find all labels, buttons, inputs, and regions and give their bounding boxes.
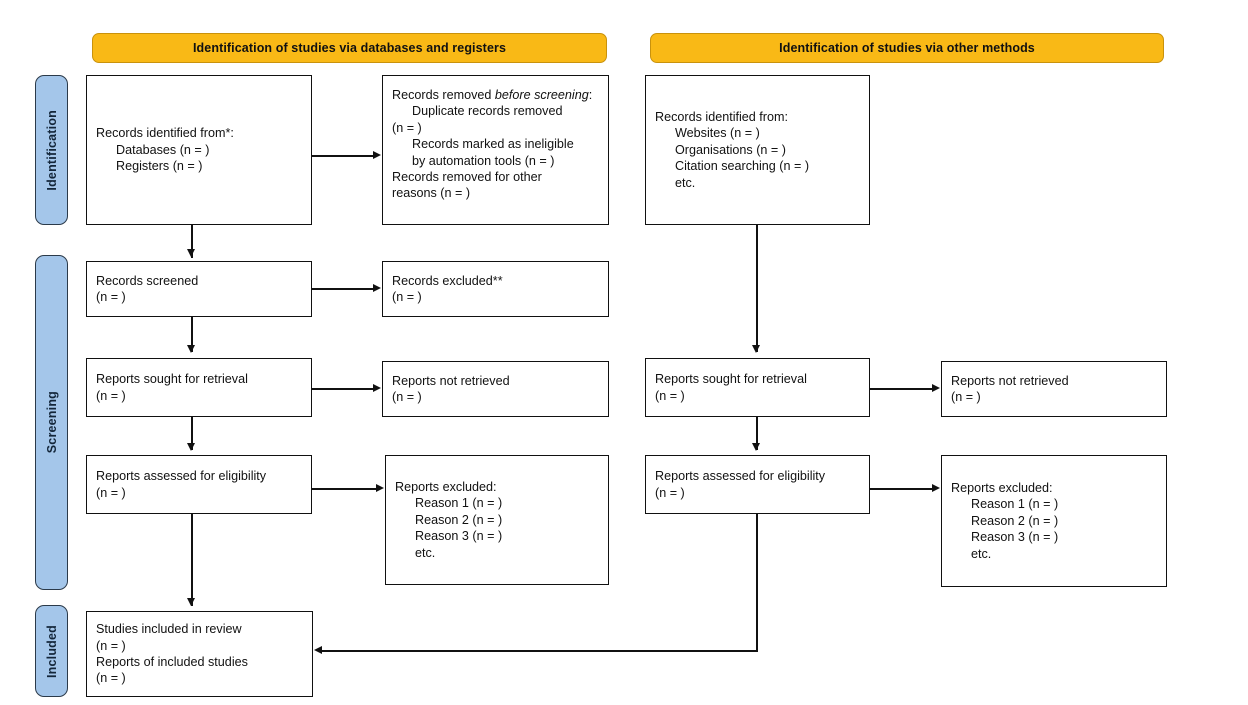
box-reports-sought-right: Reports sought for retrieval (n = ) [645, 358, 870, 417]
reports-excluded-right-item-2: Reason 3 (n = ) [971, 530, 1059, 545]
reports-assessed-right-count: (n = ) [655, 485, 685, 500]
arrowhead-elbow-to-included [314, 646, 322, 654]
records-removed-line-5: reasons (n = ) [392, 186, 471, 201]
records-removed-title-italic: before screening [494, 88, 589, 102]
studies-included-line-3: Reports of included studies [96, 655, 248, 669]
connector-identified-other-to-sought-right [756, 225, 758, 352]
box-reports-assessed-right: Reports assessed for eligibility (n = ) [645, 455, 870, 514]
reports-excluded-right-title: Reports excluded: [951, 480, 1053, 495]
connector-assessed-to-excluded-left [312, 488, 377, 490]
records-removed-line-1: (n = ) [392, 120, 422, 135]
records-identified-item-1: Registers (n = ) [116, 159, 203, 174]
records-removed-line-4: Records removed for other [392, 170, 542, 185]
reports-assessed-left-count: (n = ) [96, 485, 126, 500]
stage-bar-screening: Screening [35, 255, 68, 590]
connector-sought-to-not-retrieved-left [312, 388, 374, 390]
reports-sought-right-title: Reports sought for retrieval [655, 372, 807, 387]
header-databases-registers: Identification of studies via databases … [92, 33, 607, 63]
reports-not-retrieved-right-title: Reports not retrieved [951, 373, 1069, 388]
stage-label-included: Included [44, 624, 59, 678]
connector-assessed-to-included [191, 514, 193, 606]
arrowhead-assessed-to-excluded-right [932, 484, 940, 492]
reports-sought-right-count: (n = ) [655, 388, 685, 403]
records-identified-title: Records identified from*: [96, 126, 234, 141]
box-reports-not-retrieved-right: Reports not retrieved (n = ) [941, 361, 1167, 417]
connector-assessed-to-excluded-right [870, 488, 933, 490]
records-identified-other-title: Records identified from: [655, 109, 788, 124]
reports-excluded-left-item-2: Reason 3 (n = ) [415, 529, 503, 544]
arrowhead-sought-to-not-retrieved-left [373, 384, 381, 392]
reports-not-retrieved-right-count: (n = ) [951, 390, 981, 404]
records-excluded-title: Records excluded** [392, 273, 503, 288]
records-removed-line-3: by automation tools (n = ) [412, 153, 555, 168]
records-removed-line-2: Records marked as ineligible [412, 137, 574, 152]
connector-elbow-vertical-to-included [756, 514, 758, 651]
studies-included-line-2: (n = ) [96, 638, 126, 653]
header-label: Identification of studies via databases … [192, 41, 507, 55]
records-identified-other-item-2: Citation searching (n = ) [675, 159, 810, 174]
arrowhead-identified-other-to-sought-right [752, 345, 760, 353]
prisma-flow-diagram: Identification of studies via databases … [0, 0, 1248, 705]
header-other-methods: Identification of studies via other meth… [650, 33, 1164, 63]
arrowhead-assessed-to-included [187, 598, 195, 606]
box-reports-assessed-left: Reports assessed for eligibility (n = ) [86, 455, 312, 514]
records-identified-other-item-3: etc. [675, 175, 696, 190]
arrowhead-identified-to-removed [373, 151, 381, 159]
stage-label-screening: Screening [44, 391, 59, 454]
stage-bar-included: Included [35, 605, 68, 697]
reports-assessed-right-title: Reports assessed for eligibility [655, 469, 826, 484]
arrowhead-screened-to-excluded [373, 284, 381, 292]
connector-screened-to-excluded [312, 288, 374, 290]
records-identified-other-item-1: Organisations (n = ) [675, 142, 786, 157]
header-label: Identification of studies via other meth… [779, 41, 1035, 55]
records-removed-title-pre: Records removed [392, 88, 495, 102]
box-studies-included: Studies included in review (n = ) Report… [86, 611, 313, 697]
studies-included-line-4: (n = ) [96, 671, 126, 686]
box-reports-excluded-left: Reports excluded: Reason 1 (n = ) Reason… [385, 455, 609, 585]
arrowhead-assessed-to-excluded-left [376, 484, 384, 492]
reports-excluded-left-item-3: etc. [415, 545, 436, 560]
reports-excluded-left-title: Reports excluded: [395, 479, 497, 494]
box-records-excluded: Records excluded** (n = ) [382, 261, 609, 317]
box-reports-excluded-right: Reports excluded: Reason 1 (n = ) Reason… [941, 455, 1167, 587]
records-removed-line-0: Duplicate records removed [412, 104, 563, 119]
reports-assessed-left-title: Reports assessed for eligibility [96, 469, 267, 484]
connector-identified-to-removed [312, 155, 374, 157]
reports-excluded-right-item-0: Reason 1 (n = ) [971, 497, 1059, 512]
records-excluded-count: (n = ) [392, 290, 422, 304]
reports-not-retrieved-left-count: (n = ) [392, 390, 422, 404]
records-screened-title: Records screened [96, 273, 199, 288]
reports-excluded-left-item-1: Reason 2 (n = ) [415, 512, 503, 527]
box-records-identified-other: Records identified from: Websites (n = )… [645, 75, 870, 225]
connector-sought-to-not-retrieved-right [870, 388, 933, 390]
reports-excluded-left-item-0: Reason 1 (n = ) [415, 496, 503, 511]
box-records-removed: Records removed before screening: Duplic… [382, 75, 609, 225]
arrowhead-screened-to-sought [187, 345, 195, 353]
box-records-screened: Records screened (n = ) [86, 261, 312, 317]
box-reports-sought-left: Reports sought for retrieval (n = ) [86, 358, 312, 417]
box-reports-not-retrieved-left: Reports not retrieved (n = ) [382, 361, 609, 417]
records-identified-item-0: Databases (n = ) [116, 142, 210, 157]
records-screened-count: (n = ) [96, 290, 126, 304]
records-identified-other-item-0: Websites (n = ) [675, 126, 760, 141]
stage-bar-identification: Identification [35, 75, 68, 225]
reports-sought-left-title: Reports sought for retrieval [96, 372, 248, 387]
arrowhead-sought-to-assessed-left [187, 443, 195, 451]
arrowhead-sought-to-assessed-right [752, 443, 760, 451]
box-records-identified: Records identified from*: Databases (n =… [86, 75, 312, 225]
reports-not-retrieved-left-title: Reports not retrieved [392, 373, 510, 388]
reports-sought-left-count: (n = ) [96, 388, 126, 403]
arrowhead-identified-to-screened [187, 249, 195, 257]
arrowhead-sought-to-not-retrieved-right [932, 384, 940, 392]
reports-excluded-right-item-3: etc. [971, 546, 992, 561]
stage-label-identification: Identification [44, 109, 59, 191]
connector-elbow-horizontal-to-included [322, 650, 758, 652]
studies-included-line-1: Studies included in review [96, 622, 242, 637]
reports-excluded-right-item-1: Reason 2 (n = ) [971, 513, 1059, 528]
records-removed-title-post: : [588, 88, 593, 102]
